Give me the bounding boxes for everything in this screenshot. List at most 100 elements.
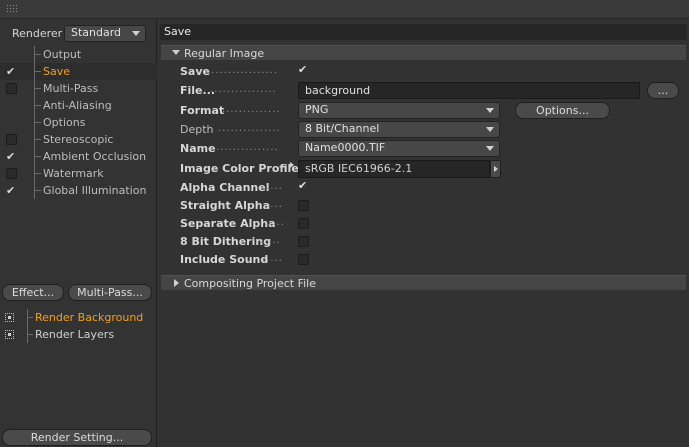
tree-item-multi-pass[interactable]: Multi-Pass [0, 80, 157, 97]
checkbox[interactable] [6, 117, 17, 128]
color-profile-menu-button[interactable] [490, 160, 501, 178]
settings-item-render-layers[interactable]: Render Layers [0, 326, 157, 343]
tree-item-anti-aliasing[interactable]: Anti-Aliasing [0, 97, 157, 114]
checkbox[interactable] [6, 49, 17, 60]
chevron-down-icon [486, 127, 494, 132]
settings-node-icon [5, 330, 14, 339]
dithering-label: 8 Bit Dithering [180, 235, 272, 248]
tree-item-ambient-occlusion[interactable]: Ambient Occlusion [0, 148, 157, 165]
window-top-bar [0, 0, 689, 19]
separate-alpha-checkbox[interactable] [298, 218, 309, 229]
tree-branch [34, 122, 41, 123]
color-profile-label: Image Color Profile [180, 162, 299, 175]
leader-dots: ................ [210, 84, 277, 95]
straight-alpha-row: Straight Alpha ..... [180, 197, 680, 214]
color-profile-field[interactable]: sRGB IEC61966-2.1 [298, 160, 490, 178]
tree-branch [34, 71, 41, 72]
leader-dots: ..... [264, 217, 285, 228]
name-label: Name [180, 142, 216, 155]
renderer-value: Standard [71, 26, 122, 39]
tree-branch [27, 317, 33, 318]
expand-icon [174, 279, 179, 287]
checkbox[interactable] [6, 168, 17, 179]
save-checkbox[interactable] [298, 63, 309, 77]
checkbox[interactable] [6, 134, 17, 145]
name-dropdown[interactable]: Name0000.TIF [298, 140, 500, 157]
name-row: Name ............... Name0000.TIF [180, 140, 680, 157]
alpha-channel-checkbox[interactable] [298, 179, 309, 193]
tree-item-global-illumination[interactable]: Global Illumination [0, 182, 157, 199]
leader-dots: ..... [262, 181, 283, 192]
color-profile-value: sRGB IEC61966-2.1 [305, 162, 413, 175]
straight-alpha-checkbox[interactable] [298, 200, 309, 211]
tree-branch [34, 173, 41, 174]
tree-item-label: Save [43, 65, 71, 78]
depth-dropdown[interactable]: 8 Bit/Channel [298, 121, 500, 138]
depth-value: 8 Bit/Channel [305, 122, 380, 135]
file-path-field[interactable]: background [298, 82, 640, 99]
renderer-dropdown[interactable]: Standard [64, 25, 146, 42]
include-sound-label: Include Sound [180, 253, 269, 266]
leader-dots: ..... [260, 235, 281, 246]
alpha-channel-label: Alpha Channel [180, 181, 270, 194]
group-regular-image[interactable]: Regular Image [161, 45, 686, 60]
render-setting-button[interactable]: Render Setting... [2, 429, 152, 446]
tree-branch [34, 139, 41, 140]
dithering-checkbox[interactable] [298, 236, 309, 247]
tree-item-label: Global Illumination [43, 184, 147, 197]
tree-branch [34, 156, 41, 157]
tree-item-output[interactable]: Output [0, 46, 157, 63]
leader-dots: ..... [262, 199, 283, 210]
collapse-icon [172, 50, 180, 55]
format-row: Format .............. PNG Options... [180, 102, 680, 119]
file-browse-button[interactable]: ... [647, 82, 679, 99]
tree-branch [34, 54, 41, 55]
tree-branch [34, 88, 41, 89]
checkbox[interactable] [6, 148, 17, 165]
chevron-down-icon [486, 146, 494, 151]
tree-item-options[interactable]: Options [0, 114, 157, 131]
grip-icon[interactable] [6, 4, 18, 14]
leader-dots: ..... [262, 253, 283, 264]
multi-pass-button[interactable]: Multi-Pass... [68, 284, 152, 301]
alpha-channel-row: Alpha Channel ..... [180, 179, 680, 196]
group-title: Compositing Project File [184, 277, 316, 290]
renderer-row: Renderer Standard [0, 22, 157, 44]
name-value: Name0000.TIF [305, 141, 386, 154]
renderer-label: Renderer [12, 27, 63, 40]
tree-branch [34, 105, 41, 106]
leader-dots: ............... [216, 142, 279, 153]
profile-expand-icon[interactable] [290, 162, 294, 168]
chevron-down-icon [132, 31, 140, 36]
include-sound-checkbox[interactable] [298, 254, 309, 265]
checkbox[interactable] [6, 100, 17, 111]
tree-item-label: Multi-Pass [43, 82, 99, 95]
group-compositing-project-file[interactable]: Compositing Project File [161, 275, 686, 290]
tree-item-watermark[interactable]: Watermark [0, 165, 157, 182]
effect-button[interactable]: Effect... [2, 284, 64, 301]
tree-item-label: Anti-Aliasing [43, 99, 112, 112]
chevron-down-icon [486, 108, 494, 113]
leader-dots: .............. [222, 104, 281, 115]
format-dropdown[interactable]: PNG [298, 102, 500, 119]
format-label: Format [180, 104, 225, 117]
settings-node-icon [5, 313, 14, 322]
tree-branch [34, 190, 41, 191]
format-options-button[interactable]: Options... [515, 102, 610, 119]
leader-dots: ................. [207, 65, 279, 76]
tree-item-stereoscopic[interactable]: Stereoscopic [0, 131, 157, 148]
group-title: Regular Image [184, 47, 265, 60]
tree-item-label: Ambient Occlusion [43, 150, 147, 163]
chevron-right-icon [494, 166, 498, 172]
file-path-value: background [305, 84, 371, 97]
checkbox[interactable] [6, 182, 17, 199]
tree-item-save[interactable]: Save [0, 63, 157, 80]
save-panel: Save Regular Image Save ................… [158, 20, 689, 447]
settings-item-render-background[interactable]: Render Background [0, 309, 157, 326]
tree-item-label: Stereoscopic [43, 133, 114, 146]
format-value: PNG [305, 103, 329, 116]
checkbox[interactable] [6, 83, 17, 94]
settings-tree: Output Save Multi-Pass Anti-Aliasing Opt… [0, 46, 157, 199]
color-profile-row: Image Color Profile sRGB IEC61966-2.1 [180, 160, 680, 178]
checkbox[interactable] [6, 63, 17, 80]
